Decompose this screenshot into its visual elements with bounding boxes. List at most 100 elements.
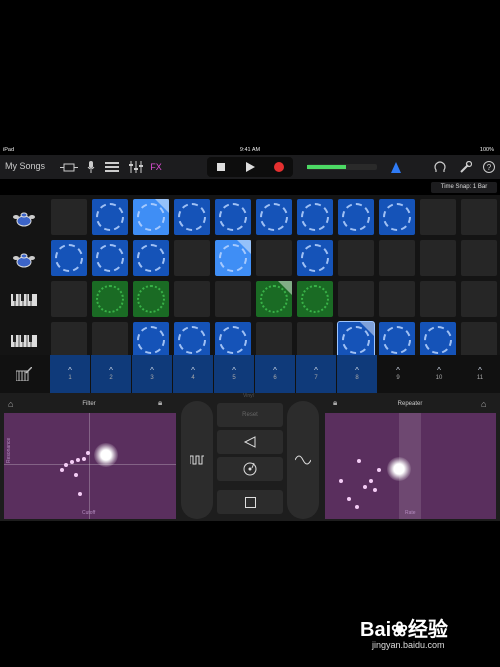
empty-cell[interactable]	[420, 240, 456, 276]
column-trigger[interactable]: ^ 4	[173, 355, 213, 393]
filter-touch-point	[94, 443, 118, 467]
empty-cell[interactable]	[174, 240, 210, 276]
column-trigger[interactable]: ^ 8	[337, 355, 377, 393]
empty-cell[interactable]	[420, 281, 456, 317]
empty-cell[interactable]	[461, 281, 497, 317]
fx-button[interactable]: FX	[149, 160, 163, 174]
empty-cell[interactable]	[461, 322, 497, 358]
empty-cell[interactable]	[174, 281, 210, 317]
loop-cell[interactable]	[215, 199, 251, 235]
loop-cell[interactable]	[337, 321, 375, 359]
reset-button[interactable]: Reset	[217, 403, 283, 427]
loop-cell[interactable]	[420, 322, 456, 358]
loop-cell[interactable]	[215, 322, 251, 358]
column-trigger[interactable]: ^ 1	[50, 355, 90, 393]
empty-cell[interactable]	[461, 240, 497, 276]
loop-cell[interactable]	[92, 240, 128, 276]
edit-grid-icon[interactable]	[0, 355, 48, 393]
loop-cell[interactable]	[297, 240, 333, 276]
column-number: 7	[314, 375, 318, 381]
playback-progress	[155, 199, 169, 213]
waveform-icon	[55, 244, 83, 272]
loop-cell[interactable]	[133, 281, 169, 317]
my-songs-button[interactable]: My Songs	[5, 161, 45, 171]
loop-cell[interactable]	[51, 240, 87, 276]
drum-kit-icon[interactable]	[0, 240, 48, 278]
empty-cell[interactable]	[256, 240, 292, 276]
empty-cell[interactable]	[51, 199, 87, 235]
lock-icon[interactable]: 🔒︎	[333, 398, 337, 408]
loop-cell[interactable]	[256, 199, 292, 235]
column-trigger[interactable]: ^ 10	[419, 355, 459, 393]
status-time: 9:41 AM	[239, 147, 261, 153]
column-trigger[interactable]: ^ 7	[296, 355, 336, 393]
record-fx-icon[interactable]: ⌂	[8, 399, 13, 409]
empty-cell[interactable]	[256, 322, 292, 358]
column-trigger[interactable]: ^ 9	[378, 355, 418, 393]
scratch-button[interactable]	[217, 457, 283, 481]
loop-cell[interactable]	[92, 199, 128, 235]
empty-cell[interactable]	[461, 199, 497, 235]
empty-cell[interactable]	[297, 322, 333, 358]
loop-cell[interactable]	[133, 322, 169, 358]
loop-cell[interactable]	[256, 281, 292, 317]
wave-pill[interactable]	[287, 401, 319, 519]
filter-x-axis-label: Cutoff	[82, 510, 96, 516]
loop-cell[interactable]	[174, 199, 210, 235]
column-trigger[interactable]: ^ 5	[214, 355, 254, 393]
empty-cell[interactable]	[92, 322, 128, 358]
loop-cell[interactable]	[297, 199, 333, 235]
keyboard-icon[interactable]	[0, 281, 48, 319]
empty-cell[interactable]	[215, 281, 251, 317]
play-button[interactable]	[236, 160, 264, 174]
loop-cell[interactable]	[215, 240, 251, 276]
empty-cell[interactable]	[379, 281, 415, 317]
loop-cell[interactable]	[379, 199, 415, 235]
column-trigger[interactable]: ^ 6	[255, 355, 295, 393]
record-fx-icon[interactable]: ⌂	[481, 399, 486, 409]
empty-cell[interactable]	[51, 281, 87, 317]
mic-icon[interactable]	[85, 160, 97, 174]
empty-cell[interactable]	[338, 240, 374, 276]
loop-cell[interactable]	[338, 199, 374, 235]
column-trigger[interactable]: ^ 3	[132, 355, 172, 393]
browser-icon[interactable]	[58, 160, 80, 174]
loops-icon[interactable]	[433, 160, 447, 174]
tape-stop-button[interactable]	[217, 490, 283, 514]
column-number: 1	[68, 375, 72, 381]
trail-dot	[78, 492, 82, 496]
wave-icon	[295, 455, 311, 465]
chevron-up-icon: ^	[396, 366, 400, 375]
help-icon[interactable]: ?	[482, 160, 496, 174]
trail-dot	[60, 468, 64, 472]
empty-cell[interactable]	[338, 281, 374, 317]
column-trigger[interactable]: ^ 11	[460, 355, 500, 393]
loop-cell[interactable]	[297, 281, 333, 317]
gate-pill[interactable]	[181, 401, 213, 519]
waveform-icon	[260, 203, 288, 231]
chevron-up-icon: ^	[478, 366, 482, 375]
reverse-button[interactable]	[217, 430, 283, 454]
stop-button[interactable]	[207, 160, 235, 174]
empty-cell[interactable]	[420, 199, 456, 235]
filter-xy-pad[interactable]: Resonance Cutoff	[4, 413, 176, 519]
column-number: 11	[476, 375, 484, 381]
loop-cell[interactable]	[379, 322, 415, 358]
lock-icon[interactable]: 🔒︎	[158, 398, 162, 408]
loop-cell[interactable]	[133, 199, 169, 235]
metronome-icon[interactable]	[391, 162, 401, 173]
column-trigger[interactable]: ^ 2	[91, 355, 131, 393]
settings-icon[interactable]	[459, 160, 473, 174]
record-button[interactable]	[265, 160, 293, 174]
waveform-icon	[137, 285, 165, 313]
repeater-xy-pad[interactable]: Rate	[325, 413, 496, 519]
tracks-view-icon[interactable]	[104, 160, 120, 174]
filter-pad-header: Filter	[3, 395, 175, 413]
loop-cell[interactable]	[133, 240, 169, 276]
mixer-icon[interactable]	[128, 160, 144, 174]
drum-kit-icon[interactable]	[0, 199, 48, 237]
loop-cell[interactable]	[174, 322, 210, 358]
empty-cell[interactable]	[51, 322, 87, 358]
empty-cell[interactable]	[379, 240, 415, 276]
loop-cell[interactable]	[92, 281, 128, 317]
